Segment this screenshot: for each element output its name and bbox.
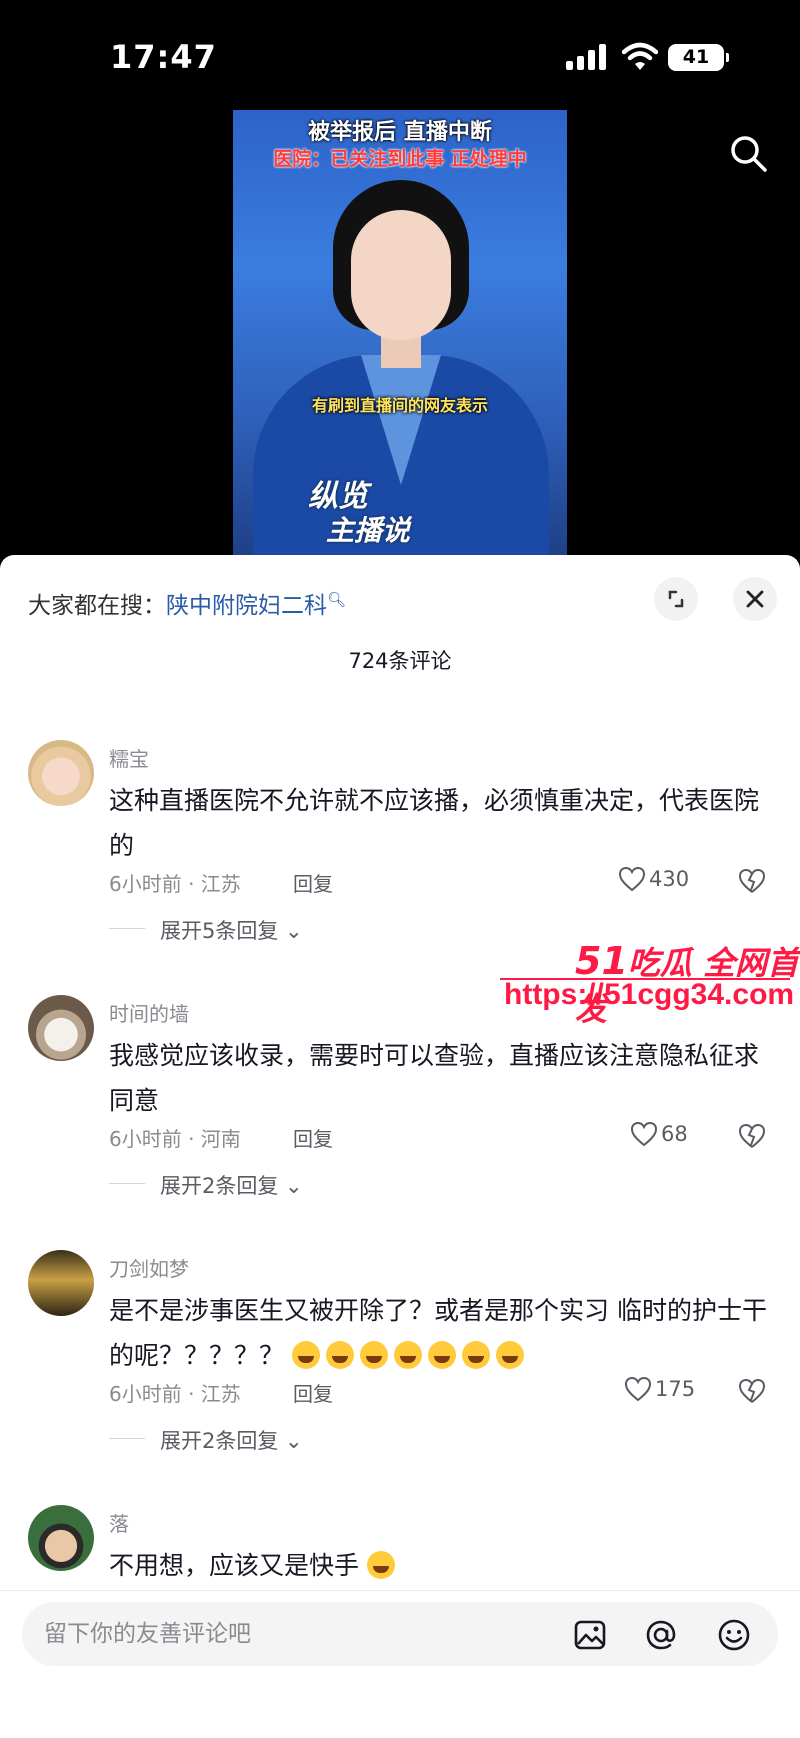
image-icon[interactable] (572, 1617, 608, 1653)
expand-replies-label: 展开2条回复 (160, 1429, 279, 1453)
comment-text: 是不是涉事医生又被开除了？或者是那个实习 临时的护士干的呢？？？？？ (109, 1288, 769, 1378)
laughing-emoji (495, 1341, 524, 1369)
video-subheadline: 医院：已关注到此事 正处理中 (273, 148, 527, 170)
status-bar: 17:47 41 (0, 0, 800, 110)
thinking-emoji (359, 1341, 388, 1369)
dislike-icon[interactable] (738, 868, 766, 894)
chevron-down-icon: ⌄ (278, 919, 303, 943)
comment-sheet: 大家都在搜：陕中附院妇二科🔍︎ 724条评论 糯宝 这种直播医院不允许就不应该播… (0, 555, 800, 1738)
avatar[interactable] (28, 995, 94, 1061)
comment-username[interactable]: 落 (109, 1508, 129, 1537)
expand-replies-label: 展开2条回复 (160, 1174, 279, 1198)
comment-text: 这种直播医院不允许就不应该播，必须慎重决定，代表医院的 (109, 786, 760, 860)
comment-input[interactable] (44, 1602, 564, 1666)
video-headline: 被举报后 直播中断 (308, 120, 492, 145)
signal-icon (566, 44, 608, 70)
like-count: 68 (661, 1122, 688, 1146)
reply-button[interactable]: 回复 (293, 1378, 333, 1407)
expand-replies[interactable]: 展开5条回复 ⌄ (160, 915, 303, 945)
video-logo-line2: 主播说 (326, 514, 411, 547)
comment-meta: 6小时前 · 江苏 (109, 872, 241, 896)
laughing-emoji (461, 1341, 490, 1369)
mention-icon[interactable] (643, 1617, 679, 1653)
close-button[interactable] (733, 577, 777, 621)
like-button[interactable]: 430 (618, 866, 689, 892)
comment-input-box[interactable] (22, 1602, 778, 1666)
heart-icon (624, 1376, 652, 1402)
chevron-down-icon: ⌄ (278, 1174, 303, 1198)
watermark-number: 51 (575, 939, 628, 983)
avatar[interactable] (28, 1250, 94, 1316)
heart-icon (618, 866, 646, 892)
expand-divider (109, 1183, 145, 1184)
like-button[interactable]: 175 (624, 1376, 695, 1402)
search-icon[interactable] (728, 133, 768, 173)
expand-replies-label: 展开5条回复 (160, 919, 279, 943)
dislike-icon[interactable] (738, 1123, 766, 1149)
reply-button[interactable]: 回复 (293, 868, 333, 897)
battery-icon: 41 (668, 44, 729, 71)
expand-replies[interactable]: 展开2条回复 ⌄ (160, 1170, 303, 1200)
emoji-icon[interactable] (716, 1617, 752, 1653)
comment-username[interactable]: 糯宝 (109, 743, 149, 772)
comment-username[interactable]: 时间的墙 (109, 998, 189, 1027)
close-icon (746, 590, 764, 608)
video-frame[interactable]: 被举报后 直播中断 医院：已关注到此事 正处理中 有刷到直播间的网友表示 纵览 … (233, 110, 567, 560)
thinking-emoji (291, 1341, 320, 1369)
yummy-emoji (366, 1551, 395, 1579)
thinking-emoji (325, 1341, 354, 1369)
expand-divider (109, 1438, 145, 1439)
comment-username[interactable]: 刀剑如梦 (109, 1253, 189, 1282)
heart-icon (630, 1121, 658, 1147)
trending-prefix: 大家都在搜： (28, 593, 166, 619)
avatar[interactable] (28, 740, 94, 806)
video-player[interactable]: 被举报后 直播中断 医院：已关注到此事 正处理中 有刷到直播间的网友表示 纵览 … (0, 110, 800, 560)
expand-divider (109, 928, 145, 929)
wifi-icon (622, 42, 658, 70)
like-count: 430 (649, 867, 690, 891)
expand-icon (668, 590, 684, 608)
laughing-emoji (427, 1341, 456, 1369)
video-caption: 有刷到直播间的网友表示 (311, 396, 488, 415)
watermark-url: https://51cgg34.com (504, 978, 795, 1011)
comment-input-bar (0, 1590, 800, 1738)
avatar[interactable] (28, 1505, 94, 1571)
reply-button[interactable]: 回复 (293, 1123, 333, 1152)
comment-text: 不用想，应该又是快手 (109, 1543, 769, 1588)
comment-meta: 6小时前 · 江苏 (109, 1382, 241, 1406)
expand-replies[interactable]: 展开2条回复 ⌄ (160, 1425, 303, 1455)
comment-meta: 6小时前 · 河南 (109, 1127, 241, 1151)
comment-count: 724条评论 (348, 649, 452, 673)
video-logo-line1: 纵览 (308, 479, 368, 514)
video-logo: 纵览 主播说 (308, 480, 410, 548)
chevron-down-icon: ⌄ (278, 1429, 303, 1453)
trending-link[interactable]: 陕中附院妇二科 (166, 593, 327, 619)
comment-text-content: 不用想，应该又是快手 (109, 1551, 360, 1580)
dislike-icon[interactable] (738, 1378, 766, 1404)
comment-text: 我感觉应该收录，需要时可以查验，直播应该注意隐私征求同意 (109, 1041, 760, 1115)
trending-search[interactable]: 大家都在搜：陕中附院妇二科🔍︎ (28, 586, 346, 620)
status-time: 17:47 (110, 38, 217, 76)
laughing-emoji (393, 1341, 422, 1369)
anchor-face (351, 210, 451, 340)
like-count: 175 (655, 1377, 696, 1401)
like-button[interactable]: 68 (630, 1121, 688, 1147)
expand-button[interactable] (654, 577, 698, 621)
trending-search-icon: 🔍︎ (327, 590, 347, 609)
